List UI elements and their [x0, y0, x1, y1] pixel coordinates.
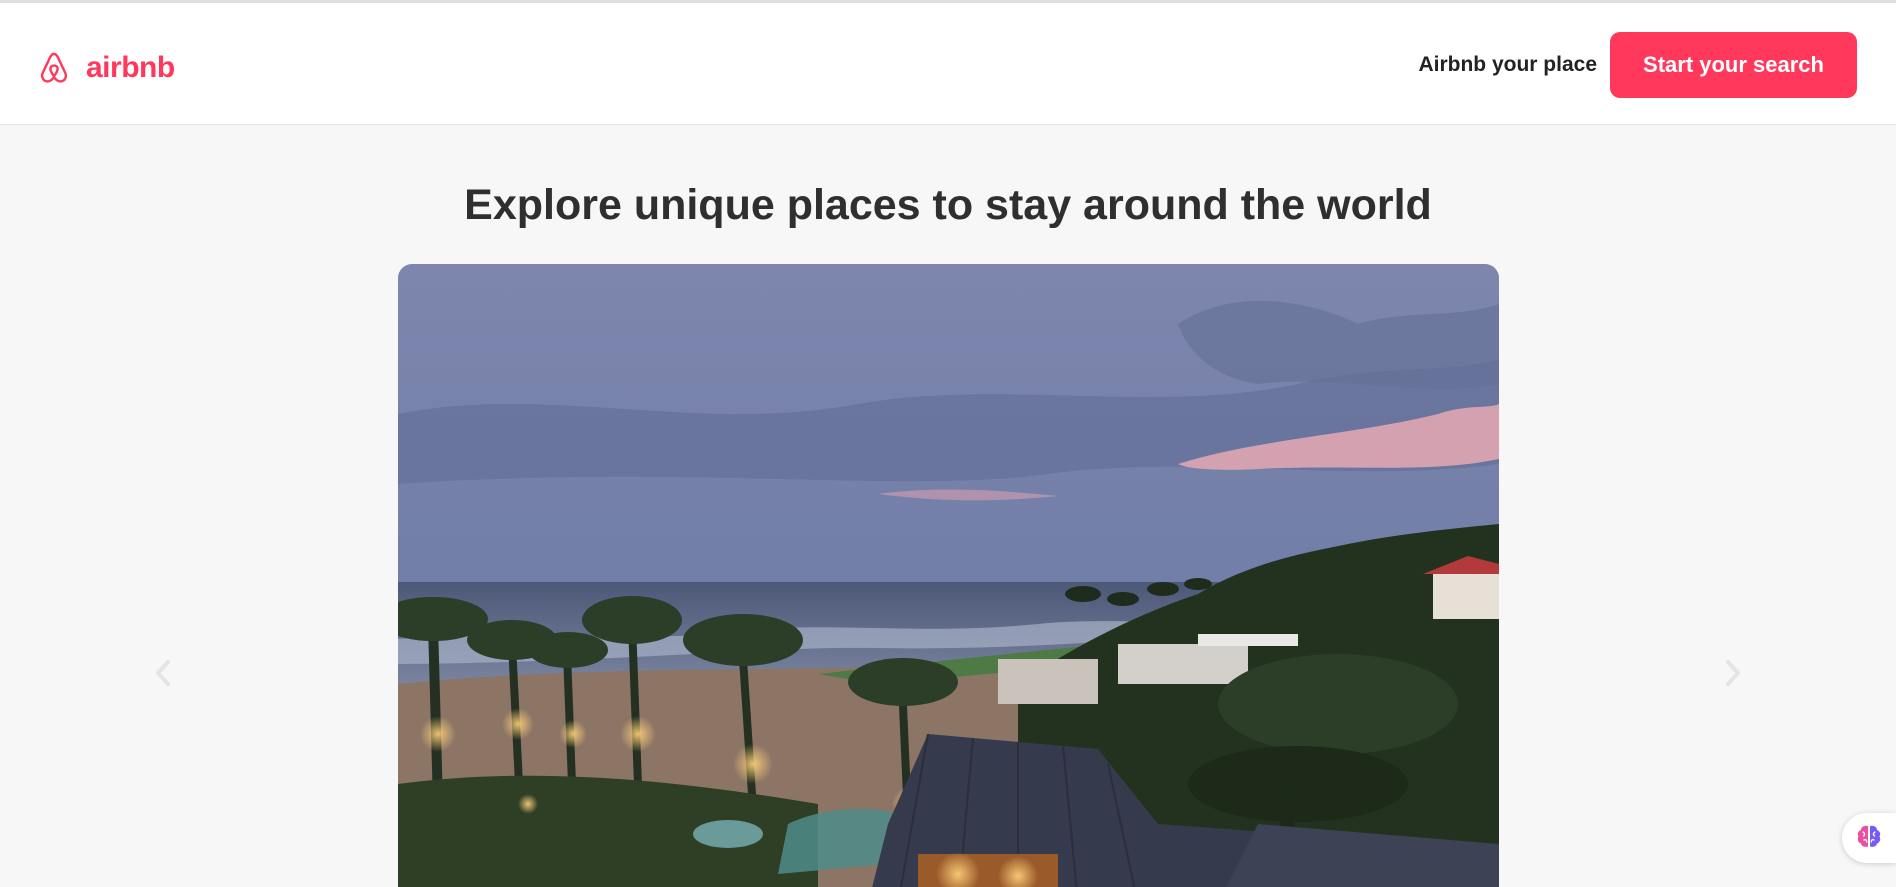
chevron-right-icon	[1722, 658, 1744, 693]
airbnb-your-place-link[interactable]: Airbnb your place	[1418, 53, 1597, 77]
carousel-prev-button[interactable]	[143, 655, 183, 695]
main-content: Explore unique places to stay around the…	[0, 125, 1896, 887]
airbnb-wordmark: airbnb	[86, 51, 175, 84]
page-title: Explore unique places to stay around the…	[464, 181, 1432, 229]
carousel-hero-image	[398, 264, 1499, 887]
airbnb-logo-link[interactable]: airbnb	[38, 51, 175, 85]
start-search-button[interactable]: Start your search	[1610, 32, 1857, 98]
site-header: airbnb Airbnb your place Start your sear…	[0, 3, 1896, 125]
brain-icon	[1854, 821, 1884, 856]
chevron-left-icon	[152, 658, 174, 693]
assistant-button[interactable]	[1842, 813, 1896, 863]
carousel-next-button[interactable]	[1713, 655, 1753, 695]
airbnb-belo-icon	[38, 51, 70, 85]
